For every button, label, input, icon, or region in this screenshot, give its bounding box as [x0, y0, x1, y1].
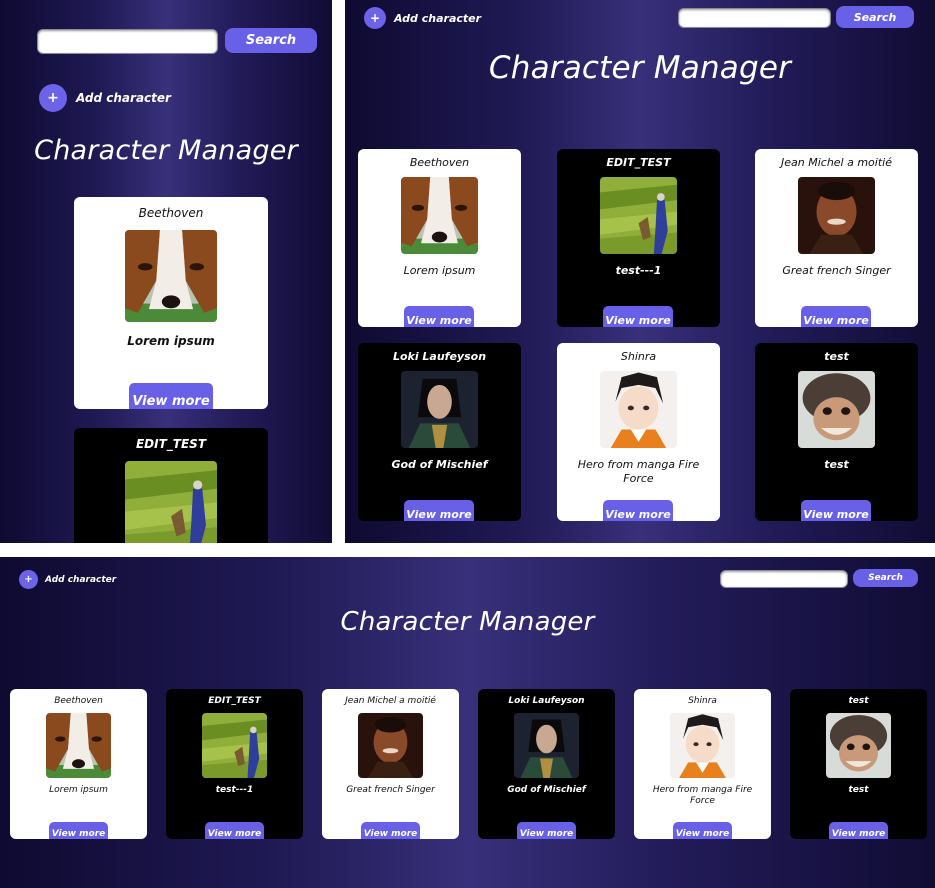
- character-name: EDIT_TEST: [208, 696, 261, 706]
- mobile-view-panel: Search + Add character Character Manager…: [0, 0, 332, 543]
- character-card: test test View more: [755, 343, 918, 521]
- character-description: test---1: [215, 785, 254, 795]
- add-character-label: Add character: [394, 11, 482, 25]
- add-character-label: Add character: [45, 574, 117, 585]
- character-card: Loki Laufeyson God of Mischief View more: [478, 689, 615, 839]
- view-more-button[interactable]: View more: [517, 822, 576, 839]
- search-button[interactable]: Search: [225, 28, 317, 53]
- search-button[interactable]: Search: [853, 569, 918, 587]
- plus-icon: +: [19, 570, 38, 589]
- character-card: EDIT_TEST: [74, 428, 268, 543]
- character-image: [514, 713, 579, 778]
- view-more-button[interactable]: View more: [603, 500, 673, 521]
- search-button[interactable]: Search: [836, 6, 914, 28]
- character-name: Beethoven: [138, 206, 204, 220]
- character-description: test---1: [615, 264, 662, 277]
- search-input[interactable]: [678, 8, 831, 28]
- character-card: EDIT_TEST test---1 View more: [557, 149, 720, 327]
- character-image: [125, 461, 217, 543]
- character-description: test: [824, 458, 849, 471]
- page-title: Character Manager: [340, 607, 595, 637]
- character-name: Loki Laufeyson: [392, 350, 487, 363]
- character-image: [600, 177, 677, 254]
- view-more-button[interactable]: View more: [49, 822, 108, 839]
- page-title: Character Manager: [34, 135, 298, 166]
- character-image: [401, 371, 478, 448]
- character-description: test: [848, 785, 869, 795]
- add-character-label: Add character: [76, 91, 171, 105]
- character-image: [670, 713, 735, 778]
- character-card: Jean Michel a moitié Great french Singer…: [755, 149, 918, 327]
- character-card: Jean Michel a moitié Great french Singer…: [322, 689, 459, 839]
- character-image: [600, 371, 677, 448]
- character-image: [798, 177, 875, 254]
- character-image: [401, 177, 478, 254]
- view-more-button[interactable]: View more: [801, 500, 871, 521]
- character-name: EDIT_TEST: [135, 437, 207, 451]
- character-image: [798, 371, 875, 448]
- view-more-button[interactable]: View more: [361, 822, 420, 839]
- view-more-button[interactable]: View more: [673, 822, 732, 839]
- search-input[interactable]: [37, 29, 218, 54]
- character-description: Hero from manga Fire Force: [652, 785, 753, 807]
- view-more-button[interactable]: View more: [801, 306, 871, 327]
- character-name: Jean Michel a moitié: [345, 696, 436, 706]
- character-description: God of Mischief: [507, 785, 586, 795]
- add-character-button[interactable]: + Add character: [19, 570, 116, 589]
- tablet-view-panel: + Add character Search Character Manager…: [345, 0, 935, 543]
- character-description: Lorem ipsum: [127, 334, 215, 348]
- character-name: EDIT_TEST: [606, 156, 671, 169]
- view-more-button[interactable]: View more: [205, 822, 264, 839]
- character-name: Jean Michel a moitié: [781, 156, 892, 169]
- character-image: [202, 713, 267, 778]
- character-card: Beethoven Lorem ipsum View more: [358, 149, 521, 327]
- character-card: Loki Laufeyson God of Mischief View more: [358, 343, 521, 521]
- view-more-button[interactable]: View more: [404, 306, 474, 327]
- character-name: test: [824, 350, 849, 363]
- character-image: [826, 713, 891, 778]
- character-description: Hero from manga Fire Force: [577, 458, 700, 485]
- character-card: test test View more: [790, 689, 927, 839]
- character-image: [358, 713, 423, 778]
- character-description: Great french Singer: [782, 264, 891, 277]
- add-character-button[interactable]: + Add character: [364, 7, 481, 29]
- desktop-view-panel: + Add character Search Character Manager…: [0, 557, 935, 888]
- character-card: EDIT_TEST test---1 View more: [166, 689, 303, 839]
- view-more-button[interactable]: View more: [829, 822, 888, 839]
- plus-icon: +: [39, 84, 67, 112]
- view-more-button[interactable]: View more: [603, 306, 673, 327]
- character-name: Beethoven: [409, 156, 470, 169]
- character-card: Beethoven Lorem ipsum View more: [10, 689, 147, 839]
- character-name: test: [848, 696, 869, 706]
- search-input[interactable]: [720, 570, 848, 588]
- character-description: Lorem ipsum: [403, 264, 476, 277]
- character-image: [46, 713, 111, 778]
- add-character-button[interactable]: + Add character: [39, 84, 171, 112]
- character-card: Shinra Hero from manga Fire Force View m…: [557, 343, 720, 521]
- character-card: Shinra Hero from manga Fire Force View m…: [634, 689, 771, 839]
- character-card: Beethoven Lorem ipsum View more: [74, 197, 268, 409]
- character-name: Shinra: [620, 350, 657, 363]
- page-title: Character Manager: [488, 50, 792, 86]
- plus-icon: +: [364, 7, 386, 29]
- character-image: [125, 230, 217, 322]
- character-description: God of Mischief: [391, 458, 488, 471]
- character-name: Shinra: [688, 696, 717, 706]
- character-name: Loki Laufeyson: [508, 696, 585, 706]
- character-description: Lorem ipsum: [49, 785, 108, 795]
- view-more-button[interactable]: View more: [129, 383, 213, 409]
- character-description: Great french Singer: [346, 785, 435, 795]
- view-more-button[interactable]: View more: [404, 500, 474, 521]
- character-name: Beethoven: [54, 696, 103, 706]
